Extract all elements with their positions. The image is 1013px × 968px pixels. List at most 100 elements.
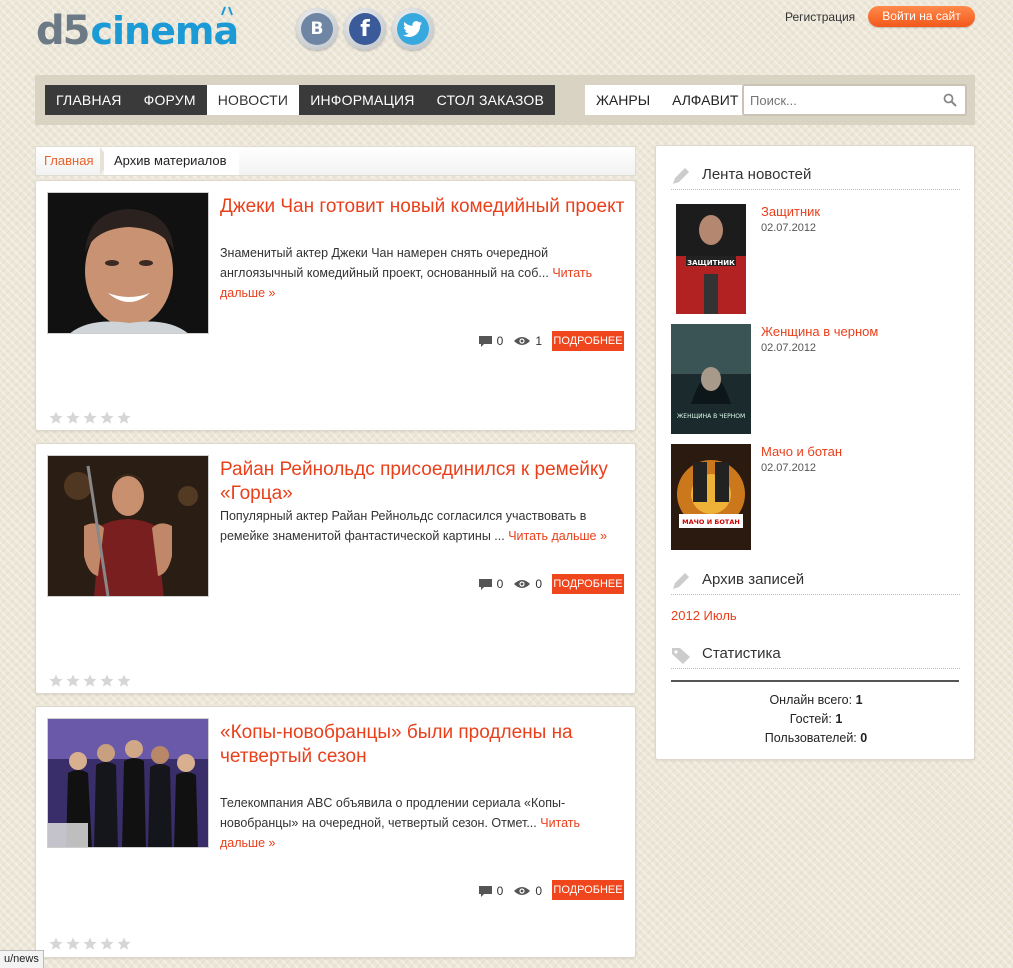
details-button[interactable]: ПОДРОБНЕЕ: [552, 574, 624, 594]
vk-icon: B: [301, 13, 333, 45]
view-count: 0: [535, 884, 542, 898]
rating-stars[interactable]: [49, 937, 131, 951]
views-eye-icon: [514, 887, 531, 895]
secondary-menu: ЖАНРЫ АЛФАВИТ: [585, 85, 750, 115]
facebook-icon: f: [349, 13, 381, 45]
comment-count: 0: [496, 334, 504, 348]
poster-image[interactable]: МАЧО И БОТАН: [671, 444, 751, 550]
star-icon[interactable]: [117, 411, 131, 425]
register-link[interactable]: Регистрация: [785, 10, 855, 24]
vk-button[interactable]: B: [296, 8, 338, 50]
rating-stars[interactable]: [49, 411, 131, 425]
stats-guests-value: 1: [835, 712, 843, 726]
excerpt-text: Телекомпания ABC объявила о продлении се…: [220, 796, 566, 830]
stats-block: Онлайн всего: 1 Гостей: 1 Пользователей:…: [656, 691, 976, 748]
stats-title: Статистика: [702, 645, 781, 662]
comment-count: 0: [496, 577, 504, 591]
post-title[interactable]: «Копы-новобранцы» были продлены на четве…: [220, 721, 630, 769]
view-count: 0: [535, 577, 542, 591]
poster-image[interactable]: ЖЕНЩИНА В ЧЕРНОМ: [671, 324, 751, 434]
rating-stars[interactable]: [49, 674, 131, 688]
breadcrumb-home[interactable]: Главная: [44, 147, 93, 175]
star-icon[interactable]: [100, 937, 114, 951]
news-post: Райан Рейнольдс присоединился к ремейку …: [35, 443, 636, 694]
post-meta: 0 1: [478, 334, 542, 348]
excerpt-text: Знаменитый актер Джеки Чан намерен снять…: [220, 246, 549, 280]
stats-users: Пользователей: 0: [656, 729, 976, 748]
poster-image[interactable]: ЗАЩИТНИК: [676, 204, 746, 314]
safe-poster: ЗАЩИТНИК: [676, 204, 746, 314]
poster-caption: ЗАЩИТНИК: [687, 259, 735, 267]
comment-icon: [478, 578, 492, 590]
search-icon[interactable]: [943, 93, 957, 107]
post-title[interactable]: Джеки Чан готовит новый комедийный проек…: [220, 195, 630, 219]
nav-info[interactable]: ИНФОРМАЦИЯ: [299, 85, 425, 115]
feed-item-title[interactable]: Женщина в черном: [761, 324, 878, 339]
logo-d5-text: d5: [36, 8, 90, 54]
stats-header: Статистика: [671, 641, 960, 669]
post-excerpt: Телекомпания ABC объявила о продлении се…: [220, 793, 620, 853]
nav-forum[interactable]: ФОРУМ: [133, 85, 207, 115]
details-button[interactable]: ПОДРОБНЕЕ: [552, 331, 624, 351]
nav-news[interactable]: НОВОСТИ: [206, 85, 300, 115]
news-feed-header: Лента новостей: [671, 162, 960, 190]
feed-item-title[interactable]: Защитник: [761, 204, 820, 219]
post-thumbnail[interactable]: [47, 455, 209, 597]
stats-divider: [671, 680, 959, 682]
stats-online-value: 1: [855, 693, 863, 707]
21-jump-street-poster: МАЧО И БОТАН: [671, 444, 751, 550]
views-eye-icon: [514, 337, 531, 345]
view-count: 1: [535, 334, 542, 348]
news-post: Джеки Чан готовит новый комедийный проек…: [35, 180, 636, 431]
news-feed-title: Лента новостей: [702, 166, 812, 183]
pencil-icon: [673, 168, 689, 184]
post-thumbnail[interactable]: [47, 192, 209, 334]
star-icon[interactable]: [83, 411, 97, 425]
star-icon[interactable]: [66, 411, 80, 425]
facebook-button[interactable]: f: [344, 8, 386, 50]
tag-icon: [672, 648, 690, 664]
post-title[interactable]: Райан Рейнольдс присоединился к ремейку …: [220, 458, 630, 506]
site-logo[interactable]: d5 cinema: [36, 6, 239, 54]
read-more-link[interactable]: Читать дальше »: [508, 529, 607, 543]
star-icon[interactable]: [49, 674, 63, 688]
star-icon[interactable]: [49, 937, 63, 951]
twitter-button[interactable]: [392, 8, 434, 50]
star-icon[interactable]: [117, 674, 131, 688]
breadcrumb: Главная Архив материалов: [35, 146, 636, 176]
star-icon[interactable]: [100, 411, 114, 425]
star-icon[interactable]: [49, 411, 63, 425]
search-input[interactable]: [750, 86, 940, 114]
feed-item-date: 02.07.2012: [761, 462, 817, 474]
post-excerpt: Знаменитый актер Джеки Чан намерен снять…: [220, 243, 620, 303]
nav-alphabet[interactable]: АЛФАВИТ: [661, 85, 749, 115]
search-box: [742, 84, 967, 116]
archive-header: Архив записей: [671, 567, 960, 595]
star-icon[interactable]: [66, 674, 80, 688]
news-post: «Копы-новобранцы» были продлены на четве…: [35, 706, 636, 958]
login-button[interactable]: Войти на сайт: [868, 6, 975, 27]
sidebar: Лента новостей ЗАЩИТНИК Защитник 02.07.2…: [655, 145, 975, 760]
nav-orders[interactable]: СТОЛ ЗАКАЗОВ: [426, 85, 555, 115]
nav-home[interactable]: ГЛАВНАЯ: [45, 85, 133, 115]
star-icon[interactable]: [83, 674, 97, 688]
logo-cinema-word: cinema: [90, 9, 239, 53]
archive-title: Архив записей: [702, 571, 805, 588]
nav-genres[interactable]: ЖАНРЫ: [585, 85, 661, 115]
stats-guests: Гостей: 1: [656, 710, 976, 729]
comment-count: 0: [496, 884, 504, 898]
stats-guests-label: Гостей:: [789, 712, 832, 726]
comment-icon: [478, 335, 492, 347]
feed-item-title[interactable]: Мачо и ботан: [761, 444, 842, 459]
star-icon[interactable]: [66, 937, 80, 951]
navigation-bar: ГЛАВНАЯ ФОРУМ НОВОСТИ ИНФОРМАЦИЯ СТОЛ ЗА…: [35, 75, 975, 125]
poster-caption: ЖЕНЩИНА В ЧЕРНОМ: [677, 413, 745, 420]
star-icon[interactable]: [83, 937, 97, 951]
post-thumbnail[interactable]: [47, 718, 209, 848]
feed-item-date: 02.07.2012: [761, 342, 817, 354]
jackie-chan-photo: [48, 193, 208, 333]
details-button[interactable]: ПОДРОБНЕЕ: [552, 880, 624, 900]
star-icon[interactable]: [117, 937, 131, 951]
archive-month-link[interactable]: 2012 Июль: [671, 608, 737, 623]
star-icon[interactable]: [100, 674, 114, 688]
